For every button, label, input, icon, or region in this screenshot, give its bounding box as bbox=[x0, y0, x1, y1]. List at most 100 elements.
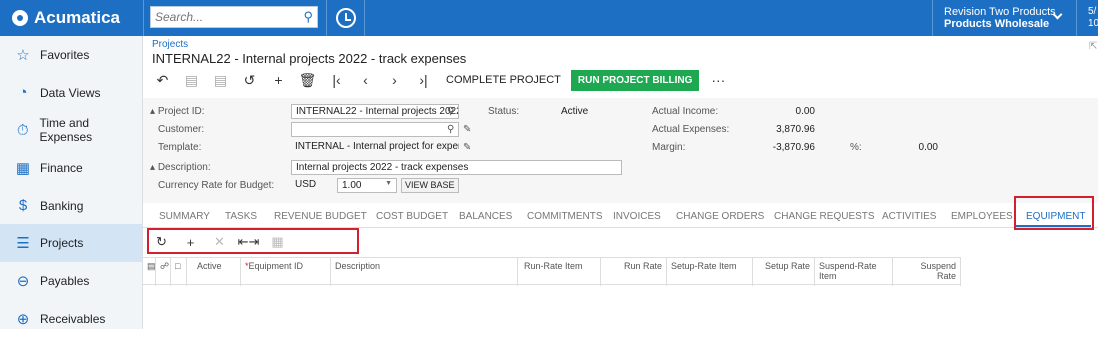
edit-icon[interactable]: ✎ bbox=[463, 142, 471, 153]
topbar-divider bbox=[143, 0, 144, 36]
tab-balances[interactable]: BALANCES bbox=[459, 211, 512, 222]
column-run-rate[interactable]: Run Rate bbox=[601, 258, 667, 286]
customer-field[interactable] bbox=[291, 122, 459, 137]
tab-activities[interactable]: ACTIVITIES bbox=[882, 211, 936, 222]
business-date[interactable]: 5/ 10 bbox=[1088, 6, 1098, 30]
search-icon[interactable]: ⚲ bbox=[303, 9, 313, 25]
view-base-button[interactable]: VIEW BASE bbox=[401, 178, 459, 193]
search-box[interactable]: ⚲ bbox=[150, 6, 318, 28]
brand-logo[interactable]: Acumatica bbox=[0, 0, 143, 36]
stopwatch-icon: ⏱ bbox=[16, 121, 29, 139]
tab-commitments[interactable]: COMMITMENTS bbox=[527, 211, 603, 222]
save-icon[interactable]: ▤ bbox=[177, 72, 206, 89]
tab-revenue-budget[interactable]: REVENUE BUDGET bbox=[274, 211, 367, 222]
last-record-icon[interactable]: ›| bbox=[409, 72, 438, 88]
sidebar-item-finance[interactable]: ▦ Finance bbox=[0, 149, 142, 187]
sidebar-item-banking[interactable]: $ Banking bbox=[0, 187, 142, 225]
tab-change-orders[interactable]: CHANGE ORDERS bbox=[676, 211, 764, 222]
currency-field[interactable]: USD bbox=[291, 178, 333, 193]
row-selector-icon[interactable]: ▤ bbox=[143, 258, 156, 286]
status-value[interactable]: Active bbox=[561, 106, 588, 117]
margin-label: Margin: bbox=[652, 142, 686, 153]
search-input[interactable] bbox=[155, 10, 295, 24]
topbar-divider bbox=[932, 0, 933, 36]
column-suspend-rate[interactable]: Suspend Rate bbox=[893, 258, 961, 286]
template-value: INTERNAL - Internal project for expense bbox=[295, 141, 459, 152]
sidebar-item-data-views[interactable]: ◔ Data Views bbox=[0, 74, 142, 112]
margin-percent-label: %: bbox=[850, 142, 862, 153]
expand-icon[interactable]: ⇱ bbox=[1089, 41, 1097, 52]
sidebar-item-label: Time and Expenses bbox=[39, 116, 93, 145]
calculator-icon: ▦ bbox=[15, 159, 31, 177]
column-active[interactable]: Active bbox=[187, 258, 241, 286]
tab-tasks[interactable]: TASKS bbox=[225, 211, 257, 222]
grid-toolbar-highlight bbox=[147, 228, 359, 254]
tab-bar: SUMMARY TASKS REVENUE BUDGET COST BUDGET… bbox=[143, 206, 1098, 228]
sidebar-item-label: Receivables bbox=[40, 311, 106, 326]
rate-select[interactable]: 1.00 ▼ bbox=[337, 178, 397, 193]
sidebar-item-time-and-expenses[interactable]: ⏱ Time and Expenses bbox=[0, 111, 142, 149]
save-close-icon[interactable]: ▤ bbox=[206, 72, 235, 89]
sidebar-item-payables[interactable]: ⊖ Payables bbox=[0, 262, 142, 300]
tab-summary[interactable]: SUMMARY bbox=[159, 211, 210, 222]
topbar-divider bbox=[1076, 0, 1077, 36]
history-icon[interactable] bbox=[336, 8, 356, 28]
delete-icon[interactable]: 🗑 bbox=[293, 72, 322, 89]
star-icon: ☆ bbox=[16, 46, 30, 64]
template-field[interactable]: INTERNAL - Internal project for expense bbox=[291, 140, 459, 155]
cancel-icon[interactable]: ↺ bbox=[235, 72, 264, 89]
notes-icon[interactable]: □ bbox=[171, 258, 187, 286]
grid-body[interactable] bbox=[143, 286, 1098, 329]
sidebar-item-favorites[interactable]: ☆ Favorites bbox=[0, 36, 142, 74]
currency-rate-label: Currency Rate for Budget: bbox=[158, 180, 275, 191]
actual-expenses-label: Actual Expenses: bbox=[652, 124, 730, 135]
tab-invoices[interactable]: INVOICES bbox=[613, 211, 661, 222]
first-record-icon[interactable]: |‹ bbox=[322, 72, 351, 88]
company-selector[interactable]: Revision Two Products Products Wholesale bbox=[944, 6, 1063, 30]
form-toolbar: ↶ ▤ ▤ ↺ + 🗑 |‹ ‹ › ›| COMPLETE PROJECT R… bbox=[148, 69, 725, 91]
sidebar-item-label: Finance bbox=[40, 160, 83, 175]
main-content: Projects INTERNAL22 - Internal projects … bbox=[143, 36, 1098, 329]
search-icon[interactable]: ⚲ bbox=[447, 106, 454, 117]
column-equipment-id[interactable]: *Equipment ID bbox=[241, 258, 331, 286]
margin-value: -3,870.96 bbox=[772, 142, 815, 153]
undo-icon[interactable]: ↶ bbox=[148, 72, 177, 89]
sidebar-item-receivables[interactable]: ⊕ Receivables bbox=[0, 300, 142, 338]
column-suspend-rate-item[interactable]: Suspend-Rate Item bbox=[815, 258, 893, 286]
actual-expenses-value: 3,870.96 bbox=[776, 124, 815, 135]
description-field[interactable]: Internal projects 2022 - track expenses bbox=[291, 160, 622, 175]
edit-icon[interactable]: ✎ bbox=[463, 124, 471, 135]
previous-record-icon[interactable]: ‹ bbox=[351, 72, 380, 88]
sidebar-item-projects[interactable]: ☰ Projects bbox=[0, 224, 142, 263]
attachment-icon[interactable]: ☍ bbox=[156, 258, 171, 286]
run-project-billing-button[interactable]: RUN PROJECT BILLING bbox=[570, 69, 700, 91]
topbar-divider bbox=[326, 0, 327, 36]
pie-chart-icon: ◔ bbox=[18, 84, 28, 102]
status-label: Status: bbox=[488, 106, 520, 117]
sidebar-item-label: Data Views bbox=[40, 85, 101, 100]
logo-icon bbox=[12, 10, 28, 26]
sidebar: ☆ Favorites ◔ Data Views ⏱ Time and Expense… bbox=[0, 36, 143, 329]
add-icon[interactable]: + bbox=[264, 72, 293, 88]
date-line-1: 5/ bbox=[1088, 6, 1097, 17]
tab-change-requests[interactable]: CHANGE REQUESTS bbox=[774, 211, 875, 222]
complete-project-button[interactable]: COMPLETE PROJECT bbox=[446, 74, 561, 86]
next-record-icon[interactable]: › bbox=[380, 72, 409, 88]
column-setup-rate[interactable]: Setup Rate bbox=[753, 258, 815, 286]
column-setup-rate-item[interactable]: Setup-Rate Item bbox=[667, 258, 753, 286]
breadcrumb[interactable]: Projects bbox=[152, 39, 188, 50]
tab-cost-budget[interactable]: COST BUDGET bbox=[376, 211, 448, 222]
tab-employees[interactable]: EMPLOYEES bbox=[951, 211, 1013, 222]
rate-value: 1.00 bbox=[342, 180, 362, 191]
search-icon[interactable]: ⚲ bbox=[447, 124, 454, 135]
minus-circle-icon: ⊖ bbox=[16, 272, 30, 290]
customer-label: Customer: bbox=[158, 124, 205, 135]
date-line-2: 10 bbox=[1088, 18, 1098, 29]
dollar-icon: $ bbox=[18, 197, 28, 215]
project-id-field[interactable]: INTERNAL22 - Internal projects 2022 bbox=[291, 104, 459, 119]
column-description[interactable]: Description bbox=[331, 258, 518, 286]
summary-form: ▴ Project ID: INTERNAL22 - Internal proj… bbox=[143, 98, 1098, 203]
column-run-rate-item[interactable]: Run-Rate Item bbox=[518, 258, 601, 286]
company-name: Products Wholesale bbox=[944, 18, 1050, 30]
more-icon[interactable]: ··· bbox=[711, 72, 725, 88]
